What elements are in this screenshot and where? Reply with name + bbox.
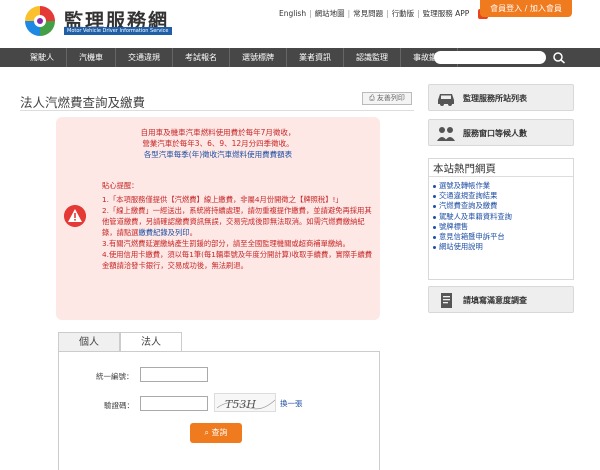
nav-item-driver[interactable]: 駕駛人 (18, 48, 67, 67)
tips-section: 貼心提醒： 1.「本項服務僅提供【汽燃費】線上繳費，非屬4月份開徵之【牌照稅】!… (102, 180, 378, 271)
top-link-mobile[interactable]: 行動版 (389, 8, 418, 19)
survey-button[interactable]: 請填寫滿意度調查 (428, 286, 574, 313)
hot-link-plate-auction[interactable]: 號牌標售 (429, 222, 512, 232)
captcha-text: T53H (225, 398, 256, 411)
tip-2: 2.「線上繳費」一經送出，系統將持續處理，請勿重複提作繳費，並請避免再採用其他管… (102, 205, 378, 238)
tab-corporate[interactable]: 法人 (120, 332, 182, 353)
hot-pages-list: 選號及轉帳作業 交通違規查詢結果 汽燃費查詢及繳費 駕駛人及車籍資料查詢 號牌標… (429, 181, 512, 252)
payment-record-link[interactable]: 繳費紀錄及列印 (138, 228, 189, 237)
login-register-button[interactable]: 會員登入 / 加入會員 (480, 0, 572, 17)
notice-line-2: 營業汽車於每年3、6、9、12月分四季徵收。 (142, 139, 294, 148)
station-list-label: 監理服務所站列表 (463, 94, 527, 103)
print-icon: ⎙ (369, 94, 375, 102)
hot-link-driver-vehicle-query[interactable]: 駕駛人及車籍資料查詢 (429, 212, 512, 222)
site-logo-icon[interactable] (18, 4, 62, 38)
waiting-count-button[interactable]: 服務窗口等候人數 (428, 119, 574, 146)
site-header: 監理服務網 Motor Vehicle Driver Information S… (0, 0, 600, 44)
tab-bar: 個人 法人 (58, 332, 182, 353)
hot-link-fuel-fee[interactable]: 汽燃費查詢及繳費 (429, 201, 512, 211)
hot-pages-divider (429, 176, 573, 177)
nav-item-about[interactable]: 認識監理 (344, 48, 401, 67)
hot-pages-title: 本站熱門網頁 (433, 163, 496, 175)
warning-icon (64, 205, 86, 227)
main-nav: 駕駛人 汽機車 交通違規 考試報名 選號標牌 業者資訊 認識監理 事故鑑定 (0, 48, 600, 67)
nav-item-plate[interactable]: 選號標牌 (230, 48, 287, 67)
station-list-button[interactable]: 監理服務所站列表 (428, 84, 574, 111)
notice-header: 自用車及機車汽車燃料使用費於每年7月徵收， 營業汽車於每年3、6、9、12月分四… (56, 127, 380, 160)
print-button[interactable]: ⎙ 友善列印 (362, 92, 412, 105)
nav-item-vehicle[interactable]: 汽機車 (67, 48, 116, 67)
tips-title: 貼心提醒： (102, 181, 139, 190)
captcha-label: 驗證碼： (104, 401, 134, 410)
top-links: English | 網站地圖 | 常見問題 | 行動版 | 監理服務 APP K (276, 8, 489, 19)
query-label: 查詢 (211, 428, 228, 437)
tax-id-input[interactable] (140, 367, 208, 382)
site-subtitle: Motor Vehicle Driver Information Service (64, 27, 172, 35)
tab-individual[interactable]: 個人 (58, 332, 120, 352)
search-icon[interactable] (552, 51, 566, 64)
people-icon (437, 127, 455, 141)
notice-box: 自用車及機車汽車燃料使用費於每年7月徵收， 營業汽車於每年3、6、9、12月分四… (56, 117, 380, 320)
notice-line-1: 自用車及機車汽車燃料使用費於每年7月徵收， (140, 128, 296, 137)
nav-item-violation[interactable]: 交通違規 (116, 48, 173, 67)
nav-item-business[interactable]: 業者資訊 (287, 48, 344, 67)
nav-item-exam[interactable]: 考試報名 (173, 48, 230, 67)
title-divider (20, 110, 414, 111)
top-link-app[interactable]: 監理服務 APP (420, 8, 473, 19)
top-link-sitemap[interactable]: 網站地圖 (312, 8, 348, 19)
top-link-english[interactable]: English (276, 9, 309, 18)
tip-3: 3.有關汽燃費延遲繳納產生罰鍰的部分，請至全國監理機關或超商補單繳納。 (102, 239, 350, 248)
hot-pages-box: 本站熱門網頁 選號及轉帳作業 交通違規查詢結果 汽燃費查詢及繳費 駕駛人及車籍資… (428, 158, 574, 280)
hot-link-plate-selection[interactable]: 選號及轉帳作業 (429, 181, 512, 191)
captcha-image: T53H (214, 393, 276, 412)
nav-items: 駕駛人 汽機車 交通違規 考試報名 選號標牌 業者資訊 認識監理 事故鑑定 (18, 48, 458, 67)
search-input[interactable] (434, 51, 546, 64)
captcha-input[interactable] (140, 396, 208, 411)
hot-link-violation-result[interactable]: 交通違規查詢結果 (429, 191, 512, 201)
document-icon (441, 293, 452, 308)
refresh-captcha-link[interactable]: 換一張 (280, 398, 303, 409)
tip-4: 4.使用信用卡繳費，須以每1筆(每1輛車號及年度分開計算)收取手續費，實際手續費… (102, 250, 373, 270)
car-icon (438, 94, 454, 106)
print-label: 友善列印 (376, 94, 405, 102)
tip-2-end: 。 (189, 228, 197, 237)
page-title: 法人汽燃費查詢及繳費 (20, 95, 146, 110)
waiting-count-label: 服務窗口等候人數 (463, 129, 527, 138)
tip-1: 1.「本項服務僅提供【汽燃費】線上繳費，非屬4月份開徵之【牌照稅】!」 (102, 195, 343, 204)
top-link-faq[interactable]: 常見問題 (350, 8, 386, 19)
survey-label: 請填寫滿意度調查 (463, 296, 527, 305)
tax-id-label: 統一編號： (96, 372, 134, 381)
hot-link-feedback[interactable]: 意見信箱暨申訴平台 (429, 232, 512, 242)
fee-table-link[interactable]: 各型汽車每季(年)徵收汽車燃料使用費費額表 (56, 149, 380, 160)
hot-link-site-guide[interactable]: 網站使用說明 (429, 242, 512, 252)
query-button[interactable]: ⌕ 查詢 (190, 423, 242, 443)
search-icon: ⌕ (204, 428, 209, 437)
